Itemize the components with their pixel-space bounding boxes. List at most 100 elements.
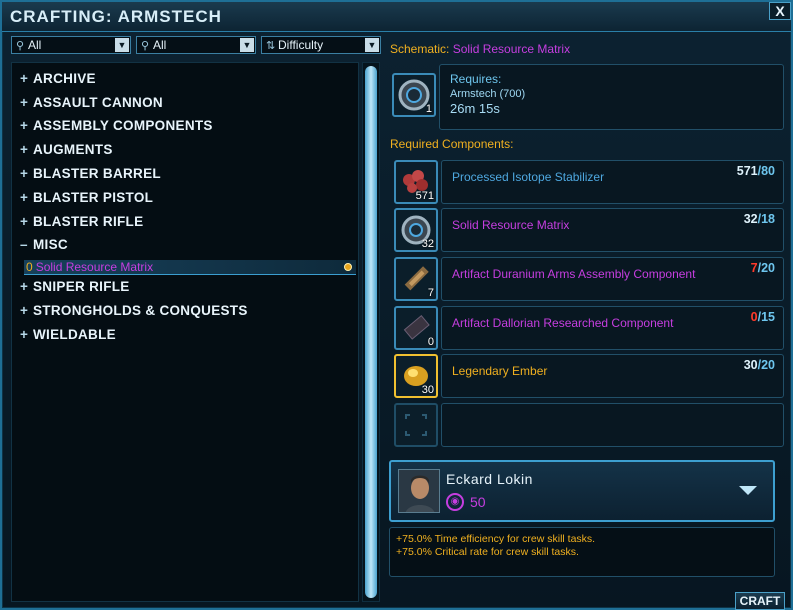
component-slot[interactable]: 32 [394, 208, 438, 252]
component-slot[interactable]: 571 [394, 160, 438, 204]
title-bar[interactable]: CRAFTING: ARMSTECH [2, 2, 791, 32]
tree-item-assault-cannon[interactable]: + ASSAULT CANNON [20, 95, 163, 110]
need-count: /20 [757, 261, 775, 275]
empty-component-row [441, 403, 784, 447]
chevron-down-icon: ▼ [115, 38, 129, 52]
tree-scrollbar[interactable] [362, 62, 380, 602]
status-dot-icon [344, 263, 352, 271]
tree-label: SNIPER RIFLE [33, 279, 130, 294]
tree-item-blaster-rifle[interactable]: + BLASTER RIFLE [20, 214, 143, 229]
chevron-down-icon: ▼ [240, 38, 254, 52]
expand-icon: + [20, 190, 29, 205]
tree-item-misc[interactable]: – MISC [20, 237, 68, 252]
requirements-box: Requires: Armstech (700) 26m 15s [439, 64, 784, 130]
schematic-tree: + ARCHIVE + ASSAULT CANNON + ASSEMBLY COMPO… [11, 62, 359, 602]
schematic-item-slot[interactable]: 1 [392, 73, 436, 117]
tree-label: ARCHIVE [33, 71, 96, 86]
slot-quantity: 1 [425, 103, 432, 115]
affection-icon: ◉ [446, 493, 464, 511]
component-row[interactable]: Legendary Ember 30/20 [441, 354, 784, 398]
filter-1-value: All [28, 38, 42, 52]
tree-item-blaster-barrel[interactable]: + BLASTER BARREL [20, 166, 161, 181]
tree-item-archive[interactable]: + ARCHIVE [20, 71, 96, 86]
component-name: Processed Isotope Stabilizer [452, 170, 605, 184]
expand-icon: + [20, 279, 29, 294]
craft-button[interactable]: CRAFT [735, 592, 785, 610]
chevron-down-icon[interactable] [739, 486, 757, 495]
expand-icon: + [20, 327, 29, 342]
chevron-down-icon: ▼ [365, 38, 379, 52]
expand-icon: + [20, 95, 29, 110]
filter-dropdown-1[interactable]: ⚲ All ▼ [11, 36, 131, 54]
schematic-label: Schematic: [390, 42, 450, 56]
component-slot[interactable]: 7 [394, 257, 438, 301]
need-count: /18 [757, 212, 775, 226]
crew-portrait [398, 469, 440, 513]
tree-label: ASSEMBLY COMPONENTS [33, 118, 213, 133]
have-count: 7 [750, 261, 758, 275]
craft-time: 26m 15s [450, 101, 500, 116]
tree-item-sniper-rifle[interactable]: + SNIPER RIFLE [20, 279, 130, 294]
empty-component-slot[interactable] [394, 403, 438, 447]
tree-label: AUGMENTS [33, 142, 113, 157]
component-count: 7/20 [751, 261, 775, 275]
schematic-name: Solid Resource Matrix [452, 42, 571, 56]
expand-icon: + [20, 166, 29, 181]
have-count: 32 [743, 212, 758, 226]
tree-item-strongholds-conquests[interactable]: + STRONGHOLDS & CONQUESTS [20, 303, 248, 318]
slot-quantity: 30 [421, 384, 434, 396]
crew-bonuses: +75.0% Time efficiency for crew skill ta… [389, 527, 775, 577]
empty-slot-icon [405, 414, 427, 436]
need-count: /15 [757, 310, 775, 324]
component-count: 32/18 [744, 212, 775, 226]
crew-selector[interactable]: Eckard Lokin ◉ 50 [389, 460, 775, 522]
schematic-detail-panel: Schematic: Solid Resource Matrix 1 Requi… [385, 34, 790, 610]
schematic-header: Schematic: Solid Resource Matrix [390, 42, 570, 56]
tree-label: ASSAULT CANNON [33, 95, 163, 110]
requires-label: Requires: [450, 72, 502, 86]
component-row[interactable]: Processed Isotope Stabilizer 571/80 [441, 160, 784, 204]
filter-2-value: All [153, 38, 167, 52]
sort-dropdown[interactable]: ⇅ Difficulty ▼ [261, 36, 381, 54]
slot-quantity: 0 [427, 336, 434, 348]
tree-label: BLASTER BARREL [33, 166, 161, 181]
expand-icon: + [20, 142, 29, 157]
have-count: 30 [743, 358, 758, 372]
component-row[interactable]: Solid Resource Matrix 32/18 [441, 208, 784, 252]
tree-item-augments[interactable]: + AUGMENTS [20, 142, 113, 157]
component-row[interactable]: Artifact Duranium Arms Assembly Componen… [441, 257, 784, 301]
component-name: Artifact Duranium Arms Assembly Componen… [452, 267, 696, 281]
crafting-window: CRAFTING: ARMSTECH X ⚲ All ▼ ⚲ All ▼ ⇅ Diff… [0, 0, 793, 610]
tree-label: WIELDABLE [33, 327, 116, 342]
component-count: 0/15 [751, 310, 775, 324]
subitem-label: Solid Resource Matrix [35, 260, 154, 274]
expand-icon: + [20, 303, 29, 318]
component-name: Solid Resource Matrix [452, 218, 570, 232]
collapse-icon: – [20, 237, 28, 252]
component-name: Artifact Dallorian Researched Component [452, 316, 674, 330]
crew-name: Eckard Lokin [446, 471, 533, 487]
tree-item-blaster-pistol[interactable]: + BLASTER PISTOL [20, 190, 153, 205]
have-count: 571 [736, 164, 758, 178]
bonus-line: +75.0% Time efficiency for crew skill ta… [396, 533, 596, 545]
tree-item-assembly-components[interactable]: + ASSEMBLY COMPONENTS [20, 118, 213, 133]
bonus-line: +75.0% Critical rate for crew skill task… [396, 546, 579, 558]
tree-label: MISC [33, 237, 68, 252]
scroll-thumb[interactable] [365, 66, 377, 598]
have-count: 0 [750, 310, 758, 324]
component-row[interactable]: Artifact Dallorian Researched Component … [441, 306, 784, 350]
component-slot[interactable]: 0 [394, 306, 438, 350]
expand-icon: + [20, 71, 29, 86]
need-count: /20 [757, 358, 775, 372]
slot-quantity: 32 [421, 238, 434, 250]
available-count: 0 [26, 260, 33, 274]
component-slot[interactable]: 30 [394, 354, 438, 398]
magnifier-icon: ⚲ [16, 40, 25, 52]
filter-dropdown-2[interactable]: ⚲ All ▼ [136, 36, 256, 54]
sort-value: Difficulty [278, 38, 324, 52]
tree-subitem-solid-resource-matrix[interactable]: 0 Solid Resource Matrix [24, 260, 356, 275]
magnifier-icon: ⚲ [141, 40, 150, 52]
avatar [399, 470, 439, 512]
tree-item-wieldable[interactable]: + WIELDABLE [20, 327, 116, 342]
close-button[interactable]: X [769, 2, 791, 20]
